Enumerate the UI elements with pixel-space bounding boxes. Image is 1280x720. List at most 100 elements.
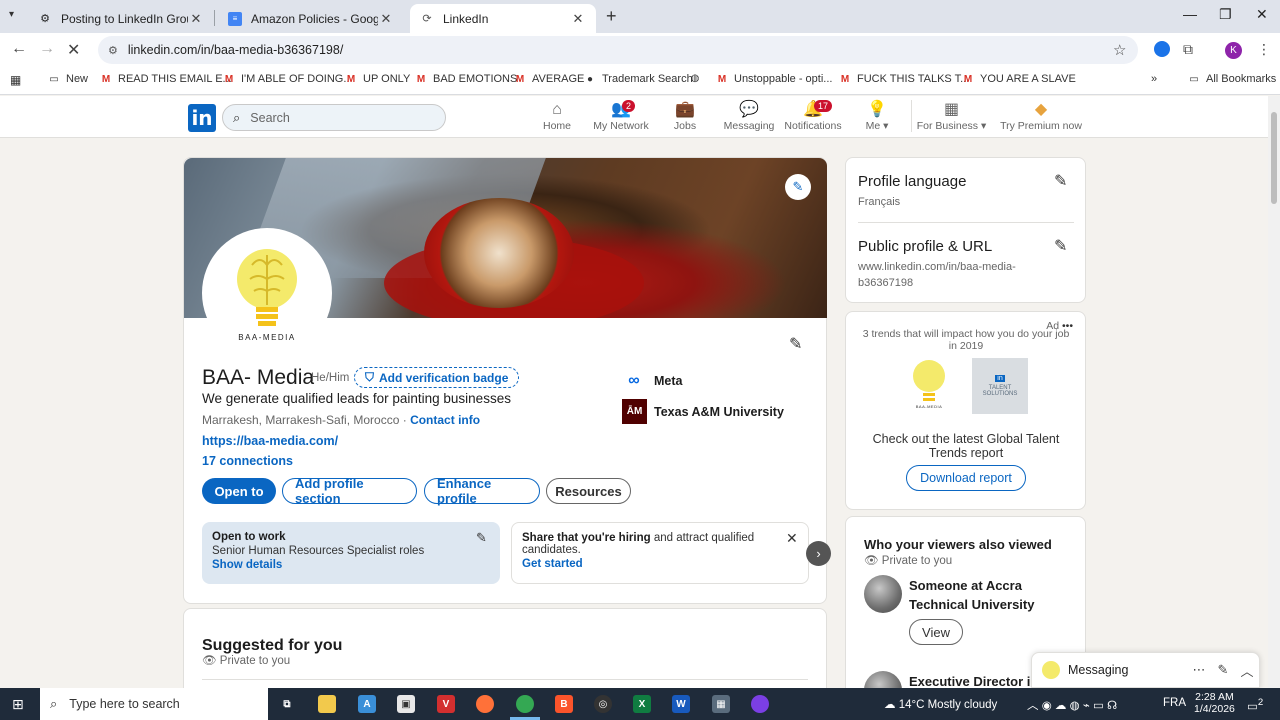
close-icon[interactable]: ✕ [570, 11, 586, 27]
search-input[interactable]: ⌕ Search [222, 104, 446, 131]
app-icon[interactable]: ◎ [594, 695, 612, 713]
open-to-work-card[interactable]: Open to work Senior Human Resources Spec… [202, 522, 500, 584]
kebab-menu-icon[interactable]: ⋮ [1257, 41, 1271, 58]
edit-url-icon[interactable]: ✎ [1054, 236, 1067, 256]
minimize-button[interactable]: — [1183, 6, 1197, 22]
compose-icon[interactable]: ✎ [1211, 662, 1235, 678]
brave-icon[interactable]: B [555, 695, 573, 713]
messaging-bar[interactable]: Messaging ⋯ ✎ ︿ [1031, 652, 1260, 688]
store-icon[interactable]: ▣ [397, 695, 415, 713]
system-tray-icons[interactable]: ︿ ◉ ☁ ◍ ⌁ ▭ ☊ [1027, 697, 1117, 713]
notification-center-icon[interactable]: ▭2 [1247, 697, 1263, 713]
nav-messaging[interactable]: 💬 Messaging [714, 100, 784, 132]
nav-my-network[interactable]: 👥 My Network 2 [586, 100, 656, 132]
website-link[interactable]: https://baa-media.com/ [202, 434, 338, 448]
nav-try-premium[interactable]: ◆ Try Premium now [999, 100, 1083, 132]
contact-info-link[interactable]: Contact info [410, 413, 480, 427]
add-profile-section-button[interactable]: Add profile section [282, 476, 417, 506]
bookmark-item[interactable]: ▭ New [48, 73, 88, 85]
clock[interactable]: 2:28 AM 1/4/2026 [1194, 691, 1235, 715]
windows-start-icon[interactable]: ⊞ [12, 696, 24, 713]
bookmark-item[interactable]: M I'M ABLE OF DOING... [223, 73, 353, 85]
profile-picture[interactable]: BAA-MEDIA [202, 228, 332, 358]
open-to-button[interactable]: Open to [202, 478, 276, 504]
experience-meta[interactable]: ∞ Meta [622, 372, 682, 390]
chrome-icon[interactable] [516, 695, 534, 713]
calculator-icon[interactable]: ▦ [712, 695, 730, 713]
chevron-up-icon[interactable]: ︿ [1235, 661, 1259, 680]
nav-notifications[interactable]: 🔔 Notifications 17 [778, 100, 848, 132]
close-icon[interactable]: ✕ [786, 530, 798, 547]
add-verification-badge-button[interactable]: ⛉ Add verification badge [354, 367, 520, 388]
get-started-link[interactable]: Get started [522, 558, 798, 570]
all-bookmarks-button[interactable]: ▭ All Bookmarks [1188, 73, 1276, 85]
puzzle-icon[interactable]: ⧉ [1183, 41, 1199, 57]
edit-language-icon[interactable]: ✎ [1054, 171, 1067, 191]
nav-for-business[interactable]: ▦ For Business ▾ [911, 100, 991, 132]
weather-widget[interactable]: ☁ 14°C Mostly cloudy [884, 697, 997, 711]
bookmark-item[interactable]: M READ THIS EMAIL E... [100, 73, 232, 85]
tab-posting-groups[interactable]: ⚙ Posting to LinkedIn Groups ✕ [28, 4, 214, 33]
apps-grid-icon[interactable]: ▦ [10, 73, 21, 87]
bookmark-item[interactable]: M YOU ARE A SLAVE [962, 73, 1076, 85]
bookmark-item[interactable]: M AVERAGE [514, 73, 585, 85]
hiring-card[interactable]: Share that you're hiring and attract qua… [511, 522, 809, 584]
education-tamu[interactable]: ĀM Texas A&M University [622, 399, 784, 424]
show-details-link[interactable]: Show details [212, 559, 490, 571]
taskbar-search-input[interactable]: ⌕ Type here to search [40, 688, 268, 720]
back-button[interactable]: ← [11, 40, 27, 58]
tab-linkedin[interactable]: ⟳ LinkedIn ✕ [410, 4, 596, 33]
tab-search-icon[interactable]: ▾ [9, 9, 14, 20]
bookmark-item[interactable]: M FUCK THIS TALKS T... [839, 73, 969, 85]
viewer-name[interactable]: Someone at Accra Technical University [909, 576, 1069, 614]
avatar[interactable] [864, 575, 902, 613]
carousel-next-icon[interactable]: › [806, 541, 831, 566]
vivaldi-icon[interactable]: V [437, 695, 455, 713]
enhance-profile-button[interactable]: Enhance profile [424, 476, 540, 506]
new-tab-button[interactable]: + [606, 6, 617, 27]
firefox-icon[interactable] [476, 695, 494, 713]
bookmark-item[interactable]: ● Trademark Search [584, 73, 693, 85]
more-options-icon[interactable]: ⋯ [1187, 662, 1211, 678]
forward-button[interactable]: → [39, 40, 55, 58]
nav-me[interactable]: 💡 Me ▾ [842, 100, 912, 132]
more-bookmarks-icon[interactable]: » [1151, 73, 1157, 85]
site-info-icon[interactable]: ⚙ [108, 44, 118, 57]
excel-icon[interactable]: X [633, 695, 651, 713]
close-icon[interactable]: ✕ [378, 11, 394, 27]
bookmark-item[interactable]: M Unstoppable - opti... [716, 73, 833, 85]
tab-amazon-policies[interactable]: ≡ Amazon Policies - Google Docs ✕ [218, 4, 404, 33]
app-icon[interactable] [751, 695, 769, 713]
page-scrollbar[interactable] [1268, 96, 1280, 688]
maximize-button[interactable]: ❐ [1219, 6, 1232, 23]
edit-intro-icon[interactable]: ✎ [789, 334, 802, 354]
close-window-button[interactable]: ✕ [1256, 6, 1268, 23]
nav-home[interactable]: ⌂ Home [522, 100, 592, 132]
nav-label: Messaging [723, 120, 775, 132]
resources-button[interactable]: Resources [546, 478, 631, 504]
edit-otw-icon[interactable]: ✎ [476, 530, 487, 546]
file-explorer-icon[interactable] [318, 695, 336, 713]
language-indicator[interactable]: FRA [1163, 697, 1186, 709]
bookmark-item[interactable]: M BAD EMOTIONS [415, 73, 518, 85]
bookmark-item[interactable]: ◍ [689, 73, 707, 84]
close-icon[interactable]: ✕ [188, 11, 204, 27]
bookmark-item[interactable]: M UP ONLY [345, 73, 410, 85]
scrollbar-thumb[interactable] [1271, 112, 1277, 204]
extension-icon[interactable] [1154, 41, 1170, 57]
task-view-icon[interactable]: ⧉ [278, 695, 296, 713]
word-icon[interactable]: W [672, 695, 690, 713]
private-label: 👁 Private to you [864, 553, 952, 567]
connections-link[interactable]: 17 connections [202, 454, 293, 468]
app-icon[interactable]: A [358, 695, 376, 713]
stop-loading-button[interactable]: ✕ [67, 40, 80, 60]
tab-label: Posting to LinkedIn Groups [61, 11, 188, 26]
download-report-button[interactable]: Download report [906, 465, 1026, 491]
view-button[interactable]: View [909, 619, 963, 645]
bookmark-star-icon[interactable]: ☆ [1113, 41, 1126, 59]
profile-avatar[interactable]: K [1225, 42, 1242, 59]
linkedin-logo[interactable]: in [188, 104, 216, 132]
edit-banner-icon[interactable]: ✎ [785, 174, 811, 200]
address-bar[interactable]: ⚙ linkedin.com/in/baa-media-b36367198/ [98, 36, 1138, 64]
nav-jobs[interactable]: 💼 Jobs [650, 100, 720, 132]
